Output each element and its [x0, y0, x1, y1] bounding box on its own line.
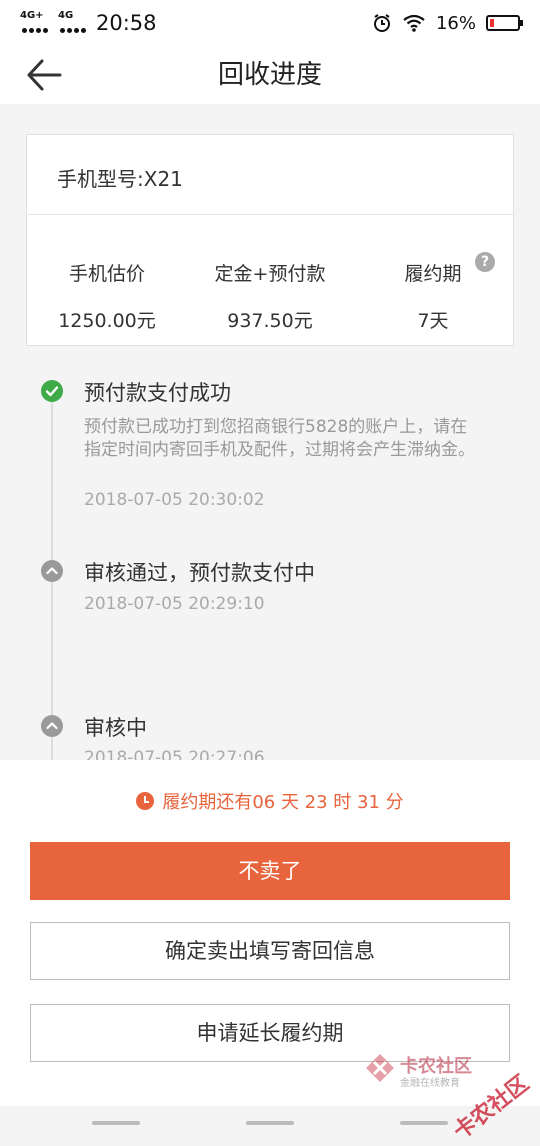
home-key[interactable] — [246, 1121, 294, 1125]
step-title: 审核中 — [84, 716, 147, 740]
status-left: 4G+ 4G 20:58 — [20, 10, 157, 36]
help-icon[interactable]: ? — [475, 252, 495, 272]
confirm-sale-button[interactable]: 确定卖出填写寄回信息 — [30, 922, 510, 980]
signal-label: 4G — [58, 10, 74, 21]
step-title: 预付款支付成功 — [84, 381, 231, 405]
battery-percent: 16% — [435, 12, 476, 34]
clock-icon — [136, 792, 155, 810]
deposit-label: 定金+预付款 — [214, 263, 326, 285]
alarm-icon — [373, 14, 390, 32]
countdown-label: 履约期还有06 天 23 时 31 分 — [162, 792, 404, 813]
home-bar — [0, 1106, 540, 1140]
extend-period-button[interactable]: 申请延长履约期 — [30, 1004, 510, 1062]
wifi-icon — [403, 14, 425, 32]
phone-info-card: 手机型号:X21 手机估价 1250.00元 定金+预付款 937.50元 履约… — [26, 134, 514, 346]
deposit-value: 937.50元 — [227, 310, 313, 332]
status-right: 16% — [372, 10, 523, 36]
chevron-up-icon — [41, 715, 63, 737]
chevron-up-icon — [41, 560, 63, 582]
step-time: 2018-07-05 20:30:02 — [84, 490, 265, 510]
nav-bar: 回收进度 — [0, 46, 540, 104]
step-title: 审核通过，预付款支付中 — [84, 561, 315, 585]
status-time: 20:58 — [96, 11, 157, 35]
step-time: 2018-07-05 20:29:10 — [84, 594, 265, 614]
check-icon — [41, 380, 63, 402]
signal-icon: 4G — [58, 10, 92, 36]
estimate-value: 1250.00元 — [58, 310, 156, 332]
signal-icon: 4G+ — [20, 10, 54, 36]
action-panel: 履约期还有06 天 23 时 31 分 不卖了 确定卖出填写寄回信息 申请延长履… — [0, 760, 540, 1106]
signal-label: 4G+ — [20, 10, 44, 21]
menu-key[interactable] — [92, 1121, 140, 1125]
status-bar: 4G+ 4G 20:58 16% — [0, 0, 540, 46]
countdown-text: 履约期还有06 天 23 时 31 分 — [0, 788, 540, 814]
phone-model: 手机型号:X21 — [57, 167, 183, 191]
deposit-column: 定金+预付款 937.50元 — [190, 259, 350, 333]
estimate-column: 手机估价 1250.00元 — [27, 259, 187, 333]
card-divider — [27, 214, 513, 215]
estimate-label: 手机估价 — [68, 263, 145, 285]
step-description: 预付款已成功打到您招商银行5828的账户上，请在指定时间内寄回手机及配件，过期将… — [84, 417, 475, 460]
page-title: 回收进度 — [217, 60, 322, 90]
cancel-sale-button[interactable]: 不卖了 — [30, 842, 510, 900]
period-value: 7天 — [417, 310, 449, 332]
back-key[interactable] — [400, 1121, 448, 1125]
battery-icon — [486, 15, 523, 31]
